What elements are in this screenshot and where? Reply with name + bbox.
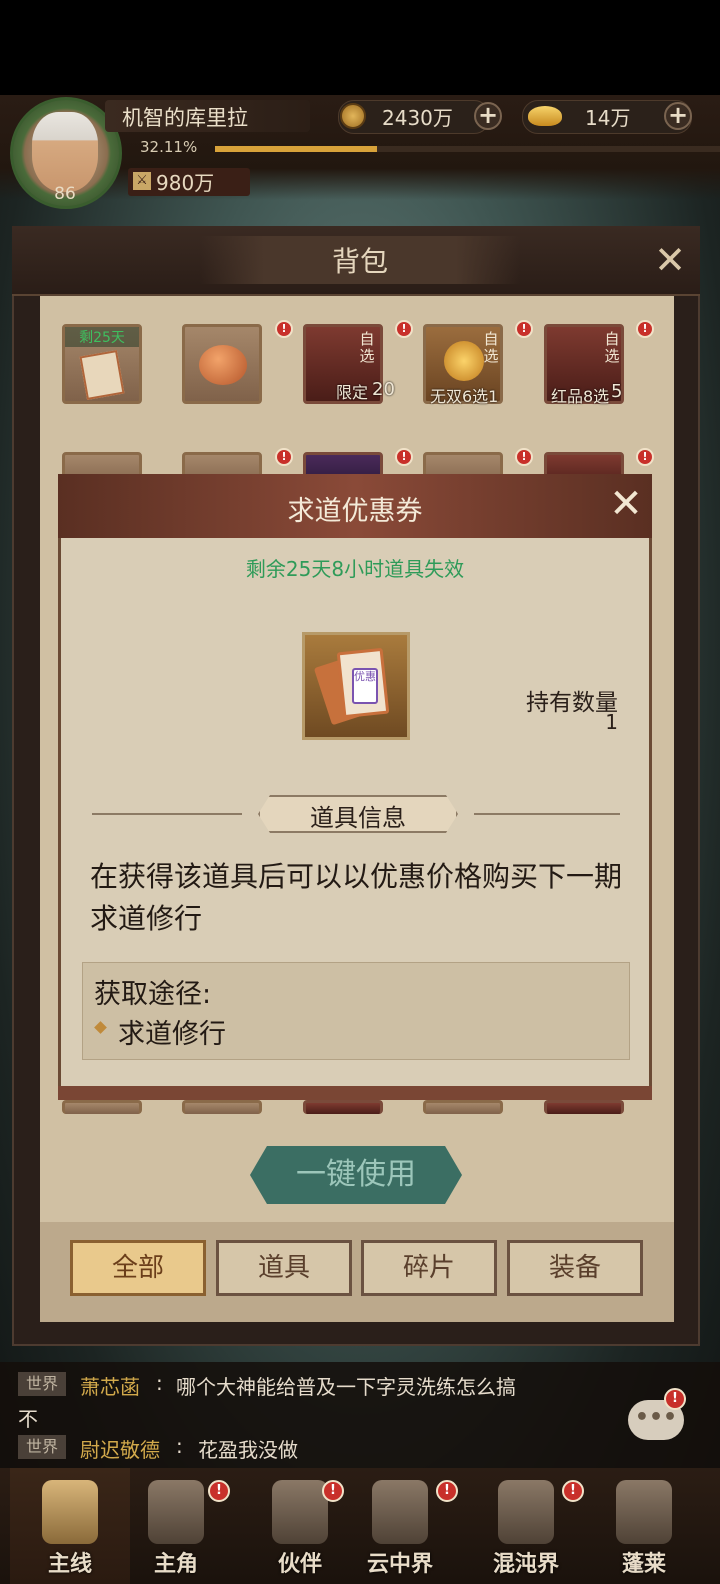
nav-penglai[interactable]: 蓬莱: [584, 1468, 704, 1584]
crossed-swords-icon: [42, 1480, 98, 1544]
slot-badge: !: [395, 448, 413, 466]
immortal-figure-icon: [616, 1480, 672, 1544]
inventory-slot[interactable]: [423, 1100, 503, 1114]
slot-badge: !: [636, 448, 654, 466]
exp-percent: 32.11%: [140, 138, 198, 156]
hero-portrait-icon: [148, 1480, 204, 1544]
exp-bar-fill: [215, 146, 377, 152]
inventory-slot-food[interactable]: [182, 324, 262, 404]
avatar-portrait: [32, 112, 98, 192]
nav-badge: !: [436, 1480, 458, 1502]
tab-equipment[interactable]: 装备: [507, 1240, 643, 1296]
inventory-slot-red-select[interactable]: 自选 红品8选 5: [544, 324, 624, 406]
tab-items[interactable]: 道具: [216, 1240, 352, 1296]
chat-badge: !: [664, 1388, 686, 1410]
slot-badge: !: [515, 320, 533, 338]
inventory-slot[interactable]: [62, 1100, 142, 1114]
gold-ingot-icon: [528, 106, 562, 126]
self-select-label: 自选: [483, 330, 499, 365]
acquisition-title: 获取途径:: [94, 979, 212, 1010]
inventory-slot[interactable]: [303, 1100, 383, 1114]
chat-sender[interactable]: 尉迟敬德: [80, 1434, 160, 1463]
chat-message-wrap: 不: [18, 1407, 38, 1431]
expire-text: 剩余25天8小时道具失效: [245, 557, 465, 581]
chat-message: 花盈我没做: [198, 1438, 298, 1462]
section-divider-left: [92, 813, 242, 815]
tab-all[interactable]: 全部: [70, 1240, 206, 1296]
dialog-close-button[interactable]: ✕: [604, 482, 648, 526]
acquisition-item[interactable]: 求道修行: [118, 1012, 226, 1051]
chat-separator: :: [156, 1371, 163, 1395]
slot-caption: 限定: [336, 383, 369, 402]
partner-helmet-icon: [272, 1480, 328, 1544]
coupon-mark: 优惠: [352, 668, 378, 704]
golden-orb-icon: [444, 341, 484, 381]
slot-badge: !: [636, 320, 654, 338]
slot-badge: !: [275, 448, 293, 466]
section-title: 道具信息: [310, 804, 406, 832]
nav-badge: !: [208, 1480, 230, 1502]
chat-channel-tag: 世界: [18, 1435, 66, 1459]
slot-caption: 红品8选: [551, 387, 610, 406]
nav-label: 主角: [153, 1552, 198, 1577]
player-level: 86: [54, 184, 76, 204]
slot-badge: !: [395, 320, 413, 338]
player-name: 机智的库里拉: [122, 106, 248, 130]
chat-separator: :: [176, 1434, 183, 1458]
section-divider-right: [474, 813, 620, 815]
slot-badge: !: [275, 320, 293, 338]
slot-badge: !: [515, 448, 533, 466]
coin-value: 2430万: [382, 106, 453, 130]
dialog-bottom-edge: [58, 1086, 652, 1100]
coin-icon: [340, 103, 366, 129]
inventory-slot-coupon[interactable]: 剩25天: [62, 324, 142, 404]
slot-count: 5: [611, 381, 623, 402]
hold-count-value: 1: [605, 710, 618, 734]
nav-label: 主线: [47, 1552, 92, 1577]
nav-label: 蓬莱: [621, 1552, 666, 1577]
item-description: 在获得该道具后可以以优惠价格购买下一期求道修行: [90, 860, 623, 935]
pagoda-icon: [372, 1480, 428, 1544]
inventory-slot[interactable]: [544, 1100, 624, 1114]
power-icon: ⚔: [133, 172, 151, 190]
chaos-gate-icon: [498, 1480, 554, 1544]
nav-badge: !: [562, 1480, 584, 1502]
chat-channel-tag: 世界: [18, 1372, 66, 1396]
dialog-title: 求道优惠券: [287, 496, 423, 527]
add-coin-button[interactable]: +: [474, 102, 502, 130]
slot-count: 20: [372, 379, 395, 400]
ingot-value: 14万: [585, 106, 631, 130]
slot-caption: 无双6选1: [430, 387, 499, 406]
tab-fragments[interactable]: 碎片: [361, 1240, 497, 1296]
inventory-slot[interactable]: [182, 1100, 262, 1114]
backpack-title: 背包: [331, 245, 388, 278]
slot-expire-label: 剩25天: [65, 327, 139, 347]
nav-label: 云中界: [366, 1552, 433, 1577]
self-select-label: 自选: [359, 330, 375, 365]
coupon-icon: [79, 350, 125, 400]
chat-sender[interactable]: 萧芯菡: [80, 1371, 140, 1400]
chat-message: 哪个大神能给普及一下字灵洗练怎么搞: [176, 1375, 516, 1399]
nav-label: 混沌界: [492, 1552, 559, 1577]
add-ingot-button[interactable]: +: [664, 102, 692, 130]
one-key-use-button[interactable]: 一键使用: [250, 1146, 462, 1204]
self-select-label: 自选: [604, 330, 620, 365]
inventory-slot-limited-select[interactable]: 自选 限定 20: [303, 324, 395, 404]
inventory-slot-wushuang-select[interactable]: 自选 无双6选1: [423, 324, 503, 406]
nav-main-story[interactable]: 主线: [10, 1468, 130, 1584]
status-bar: [0, 0, 720, 95]
power-value: 980万: [156, 171, 215, 195]
meat-bun-icon: [199, 345, 247, 385]
backpack-close-button[interactable]: ✕: [650, 240, 690, 280]
